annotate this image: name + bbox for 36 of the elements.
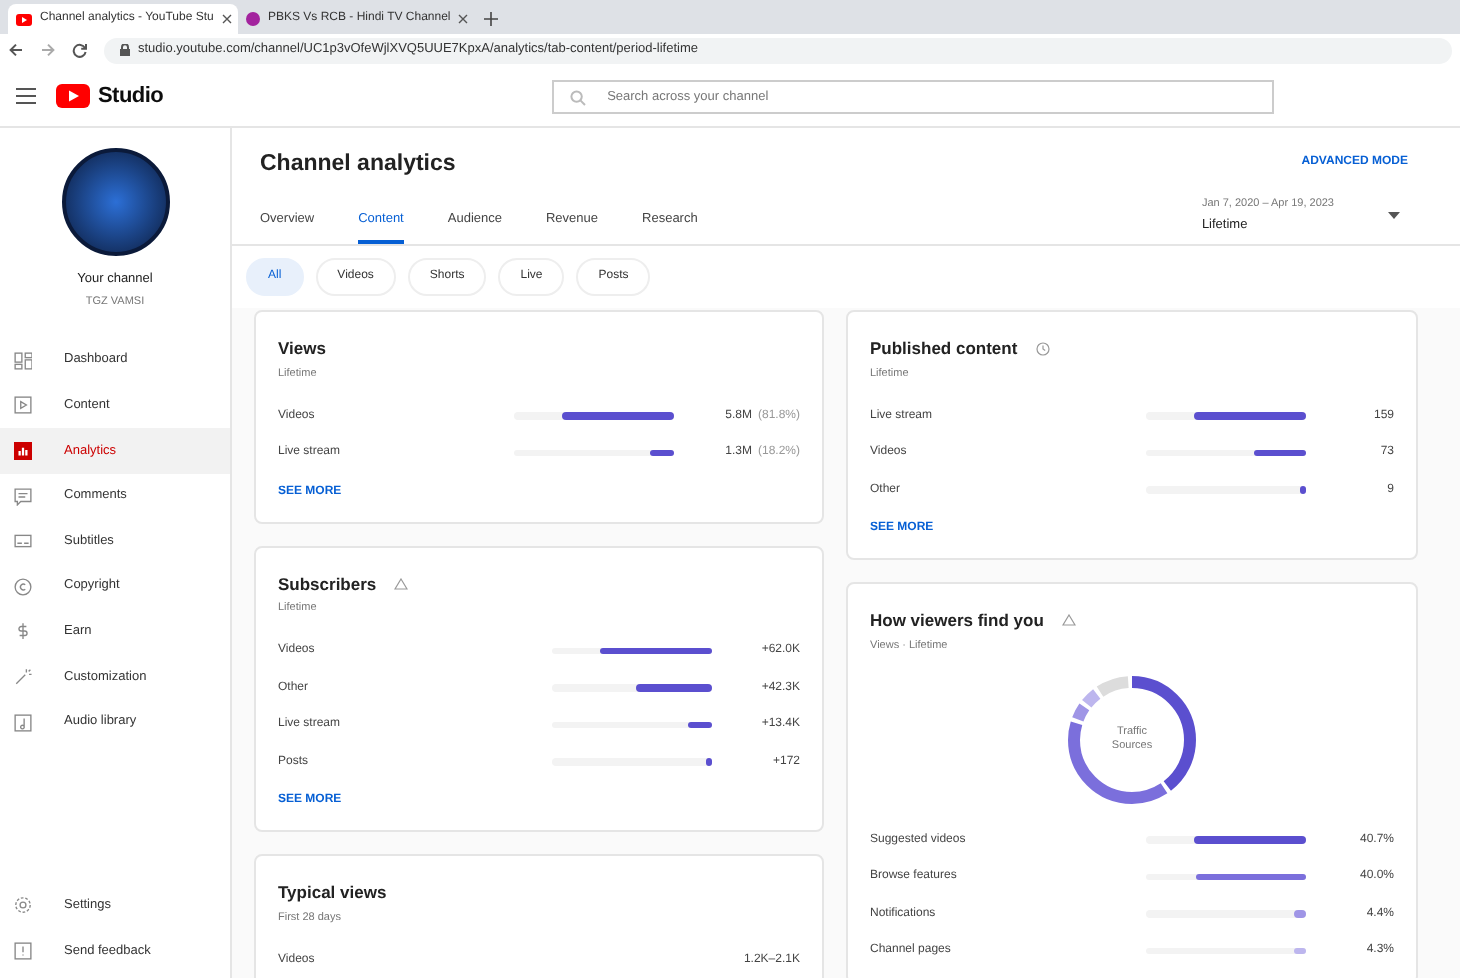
lock-icon (120, 44, 130, 56)
logo-text: Studio (98, 81, 164, 112)
copyright-icon (14, 577, 32, 596)
close-icon (458, 14, 469, 24)
search-icon (569, 89, 586, 105)
channel-avatar[interactable] (61, 148, 169, 256)
warning-icon (394, 577, 409, 590)
site-icon (246, 12, 260, 26)
card-title: Views (278, 336, 326, 362)
dollar-icon (14, 622, 32, 641)
clock-icon (1035, 341, 1050, 356)
chart-icon (14, 441, 32, 460)
video-icon (14, 396, 32, 415)
feedback-icon (14, 942, 32, 960)
donut-drawing (1066, 674, 1198, 806)
dashboard-icon (14, 351, 32, 370)
reload-icon (72, 42, 88, 58)
card-title: How viewers find you (870, 608, 1044, 634)
card-title: Subscribers (278, 571, 377, 597)
play-logo-icon (16, 13, 32, 25)
card-title: Published content (870, 336, 1018, 362)
settings-icon (14, 896, 32, 914)
back-icon (8, 42, 24, 58)
warning-icon (1061, 614, 1076, 627)
close-icon (221, 14, 232, 24)
comment-icon (14, 487, 32, 506)
wand-icon (14, 667, 32, 686)
card-title: Typical views (278, 880, 387, 906)
music-note-icon (14, 713, 32, 732)
new-tab-icon (484, 12, 498, 26)
caret-icon (1388, 212, 1400, 220)
play-logo-icon (56, 84, 90, 108)
subtitles-icon (14, 532, 32, 551)
menu-icon (16, 88, 36, 104)
forward-icon (40, 42, 56, 58)
page-title: Channel analytics (260, 150, 458, 180)
